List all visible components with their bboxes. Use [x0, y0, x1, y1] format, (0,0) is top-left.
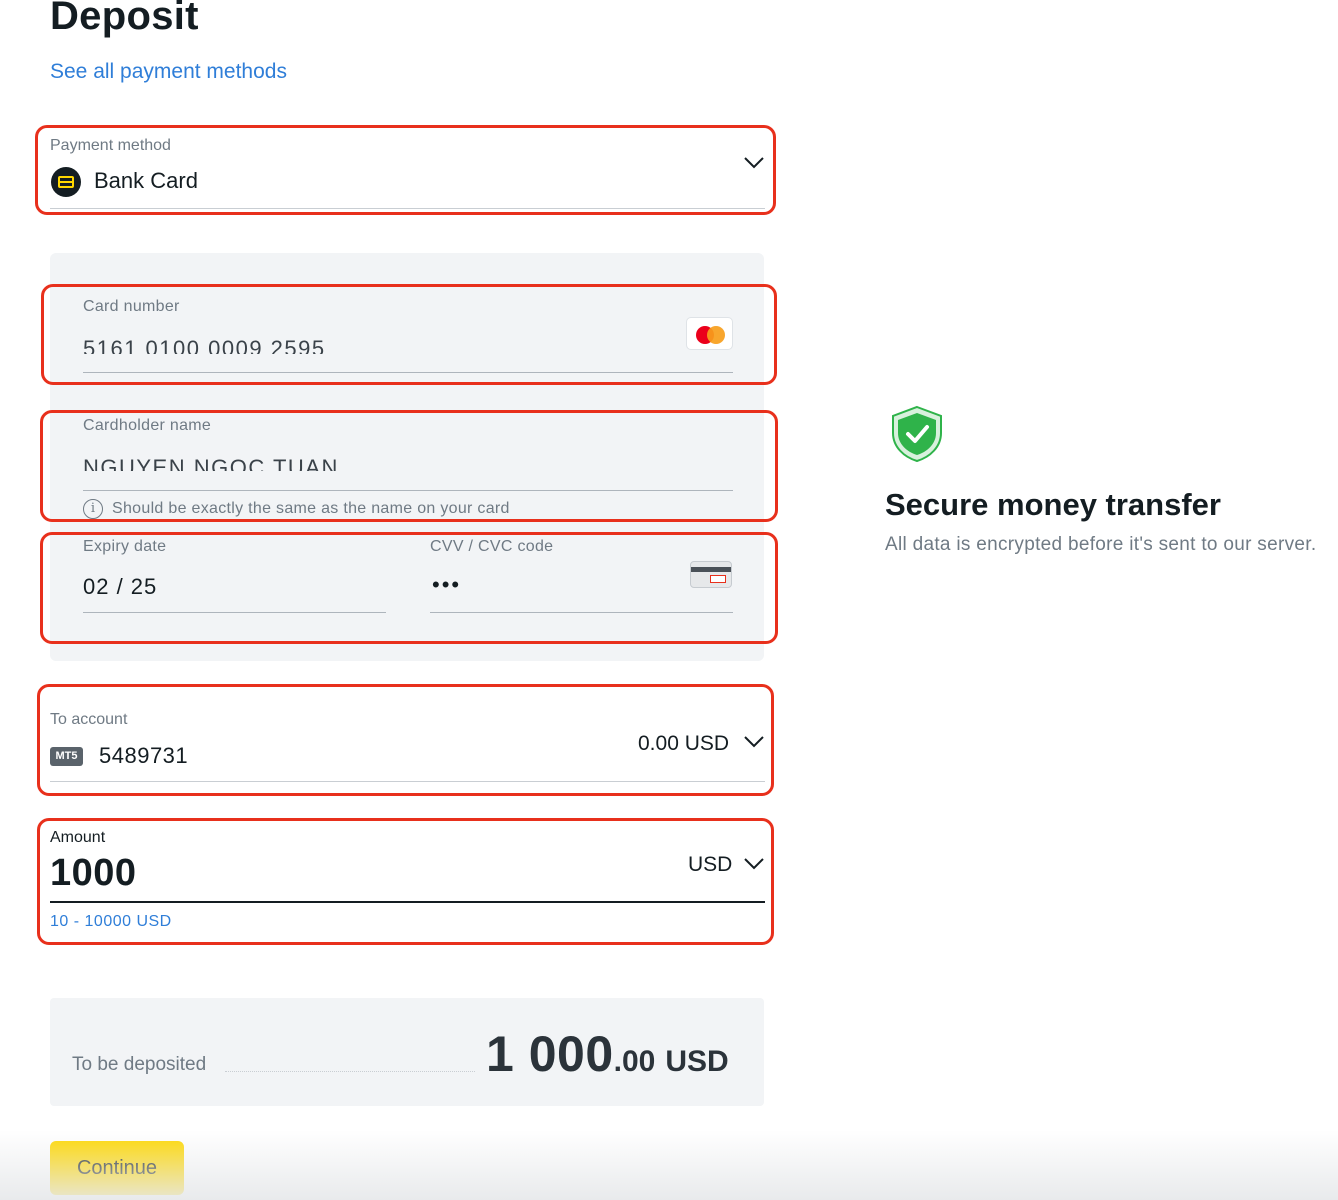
expiry-date-label: Expiry date: [83, 538, 167, 555]
cardholder-name-input[interactable]: NGUYEN NGOC TUAN: [83, 455, 339, 471]
card-number-input[interactable]: 5161 0100 0009 2595: [83, 336, 326, 354]
cardholder-hint: Should be exactly the same as the name o…: [112, 500, 510, 517]
secure-description: All data is encrypted before it's sent t…: [885, 534, 1317, 555]
cardholder-name-label: Cardholder name: [83, 417, 212, 434]
amount-underline: [50, 901, 765, 903]
page-title: Deposit: [50, 0, 199, 38]
payment-method-select[interactable]: Bank Card: [94, 168, 198, 194]
see-all-payment-methods-link[interactable]: See all payment methods: [50, 60, 287, 84]
shield-check-icon: [892, 405, 942, 463]
card-number-underline: [83, 372, 733, 373]
amount-range-hint: 10 - 10000 USD: [50, 913, 172, 930]
expiry-date-input[interactable]: 02 / 25: [83, 574, 157, 600]
payment-method-label: Payment method: [50, 137, 171, 154]
deposit-total-main: 1 000: [486, 1026, 614, 1082]
expiry-underline: [83, 612, 386, 613]
card-back-icon: [690, 561, 732, 588]
cardholder-underline: [83, 490, 733, 491]
continue-button[interactable]: Continue: [50, 1141, 184, 1195]
dotted-leader: [225, 1071, 475, 1072]
payment-method-underline: [50, 208, 765, 209]
cvv-underline: [430, 612, 733, 613]
card-number-label: Card number: [83, 298, 180, 315]
mt5-badge: MT5: [50, 747, 83, 766]
account-select[interactable]: 5489731: [99, 743, 188, 769]
chevron-down-icon[interactable]: [743, 857, 765, 871]
currency-select[interactable]: USD: [688, 853, 732, 877]
amount-input[interactable]: 1000: [50, 852, 137, 895]
to-be-deposited-label: To be deposited: [72, 1054, 207, 1075]
deposit-total: 1 000.00 USD: [486, 1025, 729, 1083]
deposit-total-currency: USD: [665, 1045, 729, 1078]
amount-label: Amount: [50, 829, 106, 846]
info-icon: i: [83, 499, 103, 519]
account-balance: 0.00 USD: [638, 732, 730, 755]
cvv-label: CVV / CVC code: [430, 538, 554, 555]
chevron-down-icon[interactable]: [743, 156, 765, 170]
cvv-input[interactable]: •••: [432, 572, 461, 598]
to-account-label: To account: [50, 711, 128, 728]
mastercard-icon: [686, 317, 733, 350]
bank-card-icon: [51, 167, 81, 197]
bottom-fade: [0, 1130, 1338, 1200]
account-underline: [50, 781, 765, 782]
chevron-down-icon[interactable]: [743, 735, 765, 749]
secure-title: Secure money transfer: [885, 487, 1221, 522]
deposit-total-decimals: .00: [613, 1045, 656, 1078]
